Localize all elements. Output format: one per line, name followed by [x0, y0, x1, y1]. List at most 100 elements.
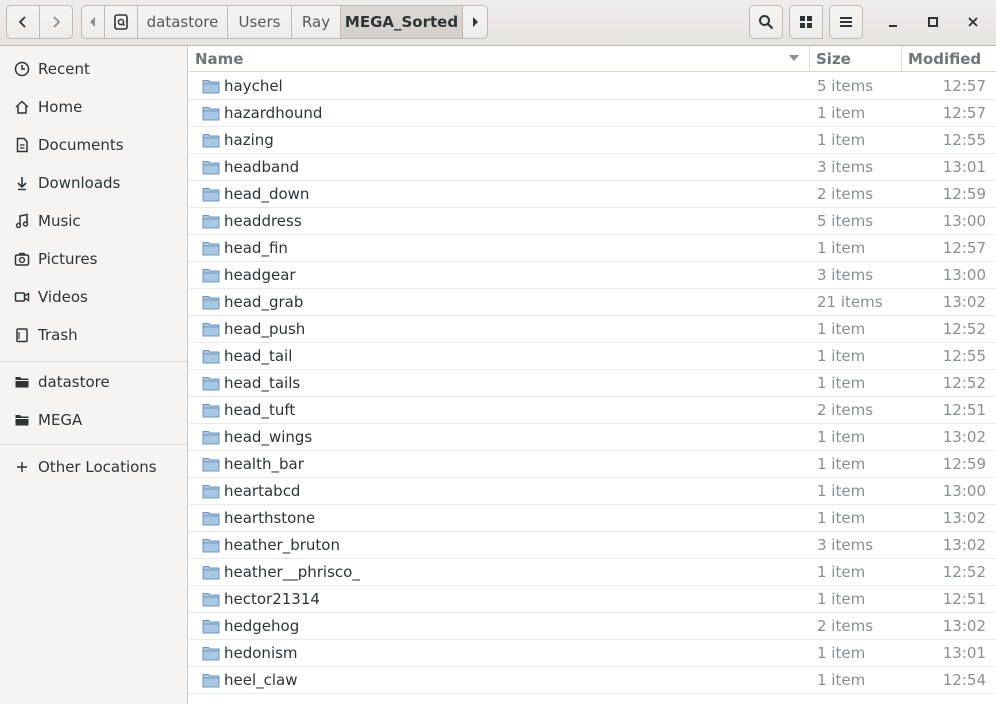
table-row[interactable]: headdress 5 items 13:00 [189, 208, 996, 235]
file-name: head_grab [224, 293, 304, 311]
close-button[interactable] [960, 9, 986, 35]
header-bar: datastore Users Ray MEGA_Sorted [0, 0, 996, 46]
table-row[interactable]: head_tails 1 item 12:52 [189, 370, 996, 397]
back-button[interactable] [6, 5, 40, 39]
file-size: 1 item [817, 428, 866, 446]
column-header-modified-label: Modified [908, 50, 982, 68]
search-button[interactable] [749, 5, 783, 39]
folder-icon [202, 483, 220, 499]
sidebar-item-other-locations[interactable]: Other Locations [0, 448, 187, 486]
table-row[interactable]: hazing 1 item 12:55 [189, 127, 996, 154]
search-icon [759, 15, 774, 30]
sidebar-item-recent[interactable]: Recent [0, 50, 187, 88]
file-name: head_fin [224, 239, 288, 257]
table-row[interactable]: head_down 2 items 12:59 [189, 181, 996, 208]
table-row[interactable]: head_fin 1 item 12:57 [189, 235, 996, 262]
file-size: 1 item [817, 590, 866, 608]
table-row[interactable]: head_tuft 2 items 12:51 [189, 397, 996, 424]
trash-icon [13, 326, 31, 344]
folder-icon [202, 240, 220, 256]
file-name: hearthstone [224, 509, 316, 527]
file-modified: 12:57 [942, 77, 986, 95]
file-modified: 12:55 [942, 347, 986, 365]
home-icon [13, 98, 31, 116]
table-row[interactable]: head_wings 1 item 13:02 [189, 424, 996, 451]
folder-icon [202, 429, 220, 445]
path-scroll-right-button[interactable] [462, 5, 488, 39]
breadcrumb-ray[interactable]: Ray [291, 5, 341, 39]
plus-icon [13, 458, 31, 476]
file-name: head_tail [224, 347, 293, 365]
folder-icon [202, 672, 220, 688]
table-row[interactable]: head_tail 1 item 12:55 [189, 343, 996, 370]
minimize-button[interactable] [880, 9, 906, 35]
menu-button[interactable] [829, 5, 863, 39]
path-scroll-left-button[interactable] [81, 5, 105, 39]
folder-icon [202, 321, 220, 337]
root-location-button[interactable] [104, 5, 138, 39]
file-name: hector21314 [224, 590, 320, 608]
download-icon [13, 174, 31, 192]
folder-icon [202, 537, 220, 553]
column-header-row: Name Size Modified [189, 46, 996, 72]
table-row[interactable]: heather__phrisco_ 1 item 12:52 [189, 559, 996, 586]
sidebar-item-trash[interactable]: Trash [0, 316, 187, 354]
sidebar-item-mega[interactable]: MEGA [0, 401, 187, 439]
sidebar-item-label: Music [38, 212, 81, 230]
sidebar-item-pictures[interactable]: Pictures [0, 240, 187, 278]
table-row[interactable]: hedgehog 2 items 13:02 [189, 613, 996, 640]
file-size: 5 items [817, 212, 874, 230]
sidebar-item-documents[interactable]: Documents [0, 126, 187, 164]
sidebar-item-downloads[interactable]: Downloads [0, 164, 187, 202]
file-name: head_tuft [224, 401, 296, 419]
file-name: hedonism [224, 644, 298, 662]
file-size: 1 item [817, 482, 866, 500]
sidebar-item-label: Pictures [38, 250, 98, 268]
table-row[interactable]: heartabcd 1 item 13:00 [189, 478, 996, 505]
file-size: 3 items [817, 266, 874, 284]
sidebar-item-videos[interactable]: Videos [0, 278, 187, 316]
column-header-name[interactable]: Name [195, 46, 809, 72]
table-row[interactable]: haychel 5 items 12:57 [189, 73, 996, 100]
table-row[interactable]: hector21314 1 item 12:51 [189, 586, 996, 613]
table-row[interactable]: head_grab 21 items 13:02 [189, 289, 996, 316]
sidebar-item-label: Downloads [38, 174, 121, 192]
column-header-size[interactable]: Size [816, 46, 900, 72]
file-name: headband [224, 158, 300, 176]
file-name: head_push [224, 320, 306, 338]
column-header-modified[interactable]: Modified [908, 46, 996, 72]
folder-icon [202, 267, 220, 283]
table-row[interactable]: head_push 1 item 12:52 [189, 316, 996, 343]
maximize-button[interactable] [920, 9, 946, 35]
table-row[interactable]: health_bar 1 item 12:59 [189, 451, 996, 478]
breadcrumb-datastore[interactable]: datastore [137, 5, 228, 39]
file-modified: 13:01 [942, 158, 986, 176]
file-size: 1 item [817, 239, 866, 257]
table-row[interactable]: headgear 3 items 13:00 [189, 262, 996, 289]
table-row[interactable]: hedonism 1 item 13:01 [189, 640, 996, 667]
table-row[interactable]: hazardhound 1 item 12:57 [189, 100, 996, 127]
folder-icon [202, 564, 220, 580]
grid-view-button[interactable] [789, 5, 823, 39]
file-name: heather_bruton [224, 536, 340, 554]
sidebar-item-datastore[interactable]: datastore [0, 363, 187, 401]
breadcrumb-users[interactable]: Users [227, 5, 292, 39]
file-manager-window: datastore Users Ray MEGA_Sorted Recent H… [0, 0, 996, 704]
file-size: 1 item [817, 509, 866, 527]
sidebar-item-music[interactable]: Music [0, 202, 187, 240]
table-row[interactable]: heather_bruton 3 items 13:02 [189, 532, 996, 559]
file-size: 1 item [817, 644, 866, 662]
table-row[interactable]: headband 3 items 13:01 [189, 154, 996, 181]
file-name: health_bar [224, 455, 304, 473]
table-row[interactable]: heel_claw 1 item 12:54 [189, 667, 996, 694]
sidebar-separator [0, 444, 187, 445]
folder-icon [202, 159, 220, 175]
table-row[interactable]: hearthstone 1 item 13:02 [189, 505, 996, 532]
file-modified: 12:52 [942, 320, 986, 338]
file-size: 5 items [817, 77, 874, 95]
sidebar-item-home[interactable]: Home [0, 88, 187, 126]
sidebar-item-label: Trash [38, 326, 78, 344]
breadcrumb-mega-sorted[interactable]: MEGA_Sorted [340, 5, 463, 39]
forward-button[interactable] [39, 5, 73, 39]
file-size: 2 items [817, 185, 874, 203]
